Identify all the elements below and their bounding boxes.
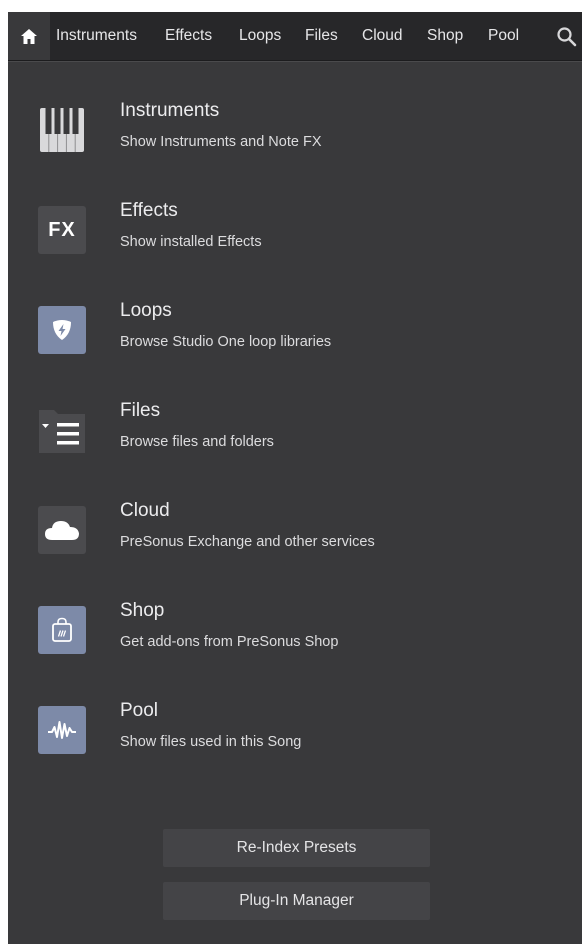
browser-entry-pool[interactable]: Pool Show files used in this Song	[8, 700, 582, 796]
browser-entry-shop[interactable]: Shop Get add-ons from PreSonus Shop	[8, 600, 582, 696]
reindex-presets-button[interactable]: Re-Index Presets	[163, 829, 430, 867]
nav-tab-shop[interactable]: Shop	[427, 12, 463, 60]
shop-bag-icon	[38, 606, 86, 654]
home-icon	[21, 28, 37, 44]
nav-tab-files[interactable]: Files	[305, 12, 338, 60]
entry-title: Files	[120, 400, 161, 421]
browser-entry-instruments[interactable]: Instruments Show Instruments and Note FX	[8, 100, 582, 196]
nav-tab-instruments[interactable]: Instruments	[56, 12, 137, 60]
pool-waveform-icon	[38, 706, 86, 754]
entry-description: Browse Studio One loop libraries	[120, 334, 332, 350]
entry-title: Loops	[120, 300, 172, 321]
browser-entry-loops[interactable]: Loops Browse Studio One loop libraries	[8, 300, 582, 396]
entry-title: Cloud	[120, 500, 170, 521]
home-tab[interactable]	[8, 12, 50, 60]
browser-entry-files[interactable]: Files Browse files and folders	[8, 400, 582, 496]
browser-entry-effects[interactable]: FX Effects Show installed Effects	[8, 200, 582, 296]
fx-icon: FX	[38, 206, 86, 254]
entry-title: Shop	[120, 600, 165, 621]
entry-title: Instruments	[120, 100, 220, 121]
nav-tab-effects[interactable]: Effects	[165, 12, 212, 60]
cloud-icon	[38, 506, 86, 554]
browser-panel: Instruments Effects Loops Files Cloud Sh…	[8, 12, 582, 944]
nav-tab-pool[interactable]: Pool	[488, 12, 519, 60]
loops-icon	[38, 306, 86, 354]
entry-description: Get add-ons from PreSonus Shop	[120, 634, 339, 650]
search-icon	[557, 27, 577, 47]
entry-title: Pool	[120, 700, 159, 721]
piano-keys-icon	[38, 106, 86, 154]
entry-description: Show installed Effects	[120, 234, 262, 250]
entry-title: Effects	[120, 200, 178, 221]
entry-description: Browse files and folders	[120, 434, 274, 450]
plugin-manager-button[interactable]: Plug-In Manager	[163, 882, 430, 920]
search-button[interactable]	[556, 26, 578, 48]
fx-icon-label: FX	[48, 218, 76, 241]
browser-nav-bar: Instruments Effects Loops Files Cloud Sh…	[8, 12, 582, 61]
nav-tab-loops[interactable]: Loops	[239, 12, 281, 60]
entry-description: PreSonus Exchange and other services	[120, 534, 375, 550]
browser-entry-cloud[interactable]: Cloud PreSonus Exchange and other servic…	[8, 500, 582, 596]
entry-description: Show Instruments and Note FX	[120, 134, 322, 150]
files-icon	[38, 406, 86, 454]
nav-tab-cloud[interactable]: Cloud	[362, 12, 403, 60]
entry-description: Show files used in this Song	[120, 734, 302, 750]
